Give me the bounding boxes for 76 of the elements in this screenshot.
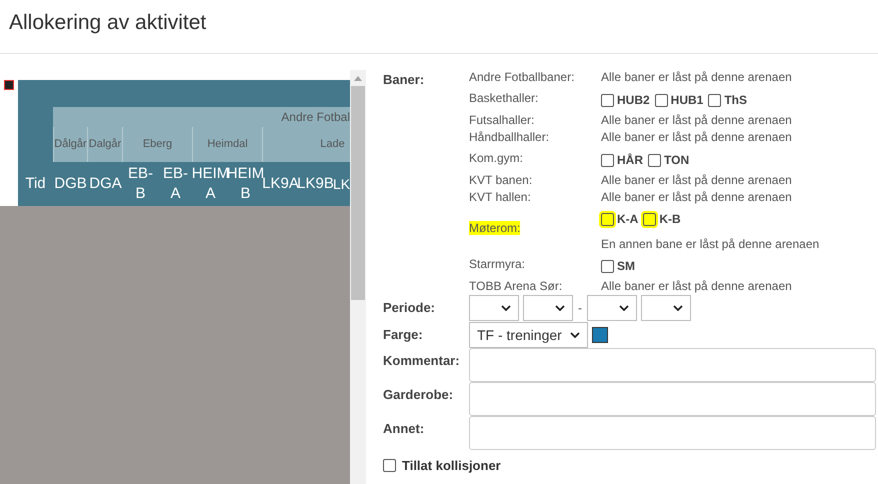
chevron-icon <box>501 305 511 311</box>
venue-header: Eberg <box>123 127 193 162</box>
chevron-icon <box>673 305 683 311</box>
scroll-up-icon[interactable] <box>354 76 362 81</box>
arena-label: Møterom: <box>469 221 520 235</box>
lock-status: Alle baner er låst på denne arenaen <box>601 278 792 294</box>
page-title: Allokering av aktivitet <box>9 10 206 36</box>
chevron-icon <box>555 305 565 311</box>
checkbox[interactable] <box>601 94 614 106</box>
option-label: ThS <box>724 92 748 109</box>
form-label: Annet: <box>383 420 426 438</box>
arena-label: Håndballhaller: <box>469 130 550 144</box>
option-label: SM <box>617 258 635 275</box>
arena-label: Starrmyra: <box>469 257 526 271</box>
checkbox[interactable] <box>383 459 396 472</box>
checkbox[interactable] <box>654 94 668 106</box>
arena-label: TOBB Arena Sør: <box>469 278 562 292</box>
venue-header: Dålgår <box>53 127 88 162</box>
color-select[interactable]: TF - treninger <box>469 322 588 348</box>
venue-header: Dalgår <box>88 127 123 162</box>
option-label: K-A <box>617 211 638 228</box>
arena-label: KVT banen: <box>469 172 532 186</box>
color-swatch[interactable] <box>592 327 608 343</box>
option-label: K-B <box>659 211 681 228</box>
checkbox[interactable] <box>601 260 614 272</box>
lock-status: Alle baner er låst på denne arenaen <box>601 128 792 146</box>
period-select[interactable] <box>641 295 691 321</box>
column-header: LK <box>333 175 350 194</box>
scroll-thumb[interactable] <box>351 86 365 300</box>
form-label: Kommentar: <box>383 352 461 370</box>
column-header: HEIM A <box>193 164 228 204</box>
collapse-icon[interactable] <box>4 80 14 90</box>
period-select[interactable] <box>587 295 637 321</box>
arena-label: Baskethaller: <box>469 91 538 105</box>
checkbox[interactable] <box>601 154 614 166</box>
option-label: HUB1 <box>670 92 704 109</box>
venue-header: Heimdal <box>193 127 263 162</box>
section-label: Baner: <box>383 71 426 89</box>
form-label: Farge: <box>383 326 424 344</box>
chevron-icon <box>619 305 629 311</box>
lock-status: Alle baner er låst på denne arenaen <box>601 172 792 188</box>
option-label: HÅR <box>617 152 643 169</box>
period-select[interactable] <box>469 295 519 321</box>
column-header: EB-B <box>126 164 154 204</box>
column-header: LK9B <box>298 174 333 194</box>
arena-label: Andre Fotballbaner: <box>469 70 574 84</box>
option-label: HUB2 <box>617 92 650 109</box>
column-header: HEIM B <box>228 164 263 204</box>
scrollbar[interactable] <box>350 70 366 484</box>
checkbox[interactable] <box>601 212 614 226</box>
lock-status: Alle baner er låst på denne arenaen <box>601 112 792 128</box>
separator-text: - <box>578 300 582 317</box>
checkbox-label: Tillat kollisjoner <box>402 457 501 475</box>
arena-label: Futsalhaller: <box>469 112 534 126</box>
text-field[interactable] <box>469 348 876 382</box>
period-select[interactable] <box>523 295 573 321</box>
text-field[interactable] <box>469 416 876 450</box>
chevron-icon <box>570 332 580 338</box>
checkbox[interactable] <box>708 94 722 106</box>
arena-label: KVT hallen: <box>469 190 531 204</box>
column-header: EB-A <box>162 164 189 204</box>
checkbox[interactable] <box>648 154 661 166</box>
column-header: DGB <box>53 174 88 194</box>
lock-status: En annen bane er låst på denne arenaen <box>601 236 820 253</box>
text-field[interactable] <box>469 382 876 416</box>
option-label: TON <box>664 152 690 169</box>
group-header: Andre Fotbal <box>280 109 350 126</box>
lock-status: Alle baner er låst på denne arenaen <box>601 188 792 206</box>
arena-label: Kom.gym: <box>469 151 524 165</box>
column-header: LK9A <box>263 175 298 194</box>
form-label: Periode: <box>383 299 436 318</box>
column-header: DGA <box>88 174 123 194</box>
lock-status: Alle baner er låst på denne arenaen <box>601 68 792 86</box>
form-label: Garderobe: <box>383 386 454 404</box>
checkbox[interactable] <box>643 212 656 226</box>
column-header: Tid <box>24 174 47 194</box>
